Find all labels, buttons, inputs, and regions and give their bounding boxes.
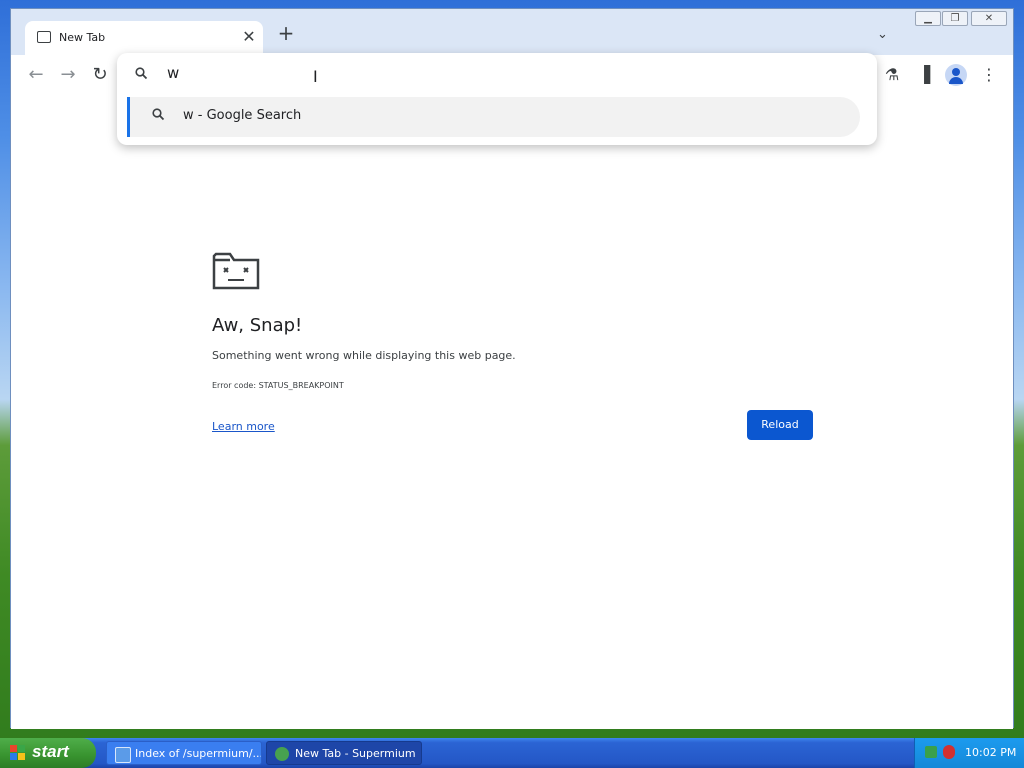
minimize-button[interactable]: ▁ bbox=[915, 11, 941, 26]
taskbar-item-label: Index of /supermium/... bbox=[135, 747, 262, 760]
back-button[interactable]: ← bbox=[24, 65, 48, 85]
windows-logo-icon bbox=[10, 745, 26, 761]
taskbar-item-index[interactable]: Index of /supermium/... bbox=[106, 741, 262, 765]
text-cursor-icon: I bbox=[313, 67, 318, 86]
error-title: Aw, Snap! bbox=[212, 315, 303, 336]
forward-button[interactable]: → bbox=[56, 65, 80, 85]
clock: 10:02 PM bbox=[965, 746, 1017, 759]
address-bar-input[interactable] bbox=[167, 64, 767, 82]
tab-search-chevron-icon[interactable]: ⌄ bbox=[877, 27, 888, 42]
tab-new-tab[interactable]: New Tab ✕ bbox=[25, 21, 263, 57]
system-tray: 10:02 PM bbox=[914, 738, 1024, 768]
search-icon bbox=[152, 108, 165, 125]
side-panel-icon[interactable]: ▐ bbox=[913, 65, 935, 85]
omnibox-suggestion[interactable]: w - Google Search bbox=[127, 97, 860, 137]
close-window-button[interactable]: ✕ bbox=[971, 11, 1007, 26]
start-label: start bbox=[32, 742, 69, 761]
tab-close-icon[interactable]: ✕ bbox=[239, 27, 259, 47]
new-tab-button[interactable]: + bbox=[275, 23, 297, 43]
profile-avatar-icon[interactable] bbox=[945, 64, 967, 86]
tab-title: New Tab bbox=[59, 31, 106, 44]
search-icon bbox=[135, 67, 148, 84]
labs-flask-icon[interactable]: ⚗ bbox=[881, 65, 903, 85]
start-button[interactable]: start bbox=[0, 738, 96, 768]
sad-tab-favicon-icon bbox=[37, 31, 51, 43]
tab-strip: New Tab ✕ + ⌄ ▁ ❐ ✕ bbox=[11, 9, 1013, 57]
network-icon[interactable] bbox=[925, 746, 937, 758]
sad-tab-icon bbox=[212, 252, 260, 290]
reload-button[interactable]: Reload bbox=[747, 410, 813, 440]
taskbar-item-new-tab[interactable]: New Tab - Supermium bbox=[266, 741, 422, 765]
error-message: Something went wrong while displaying th… bbox=[212, 349, 516, 362]
supermium-icon bbox=[275, 747, 289, 761]
omnibox-dropdown: I w - Google Search bbox=[117, 53, 877, 145]
error-code: Error code: STATUS_BREAKPOINT bbox=[212, 381, 344, 390]
menu-kebab-icon[interactable]: ⋮ bbox=[978, 65, 1000, 85]
taskbar-item-label: New Tab - Supermium bbox=[295, 747, 416, 760]
reload-toolbar-button[interactable]: ↻ bbox=[88, 65, 112, 85]
browser-window: New Tab ✕ + ⌄ ▁ ❐ ✕ ← → ↻ ⚗ ▐ ⋮ Aw, Snap… bbox=[10, 8, 1014, 729]
error-page: Aw, Snap! Something went wrong while dis… bbox=[11, 97, 1013, 729]
learn-more-link[interactable]: Learn more bbox=[212, 420, 275, 433]
taskbar: start Index of /supermium/... New Tab - … bbox=[0, 738, 1024, 768]
security-shield-icon[interactable] bbox=[943, 745, 955, 759]
explorer-icon bbox=[115, 747, 131, 763]
suggestion-text: w - Google Search bbox=[183, 108, 302, 123]
maximize-button[interactable]: ❐ bbox=[942, 11, 968, 26]
